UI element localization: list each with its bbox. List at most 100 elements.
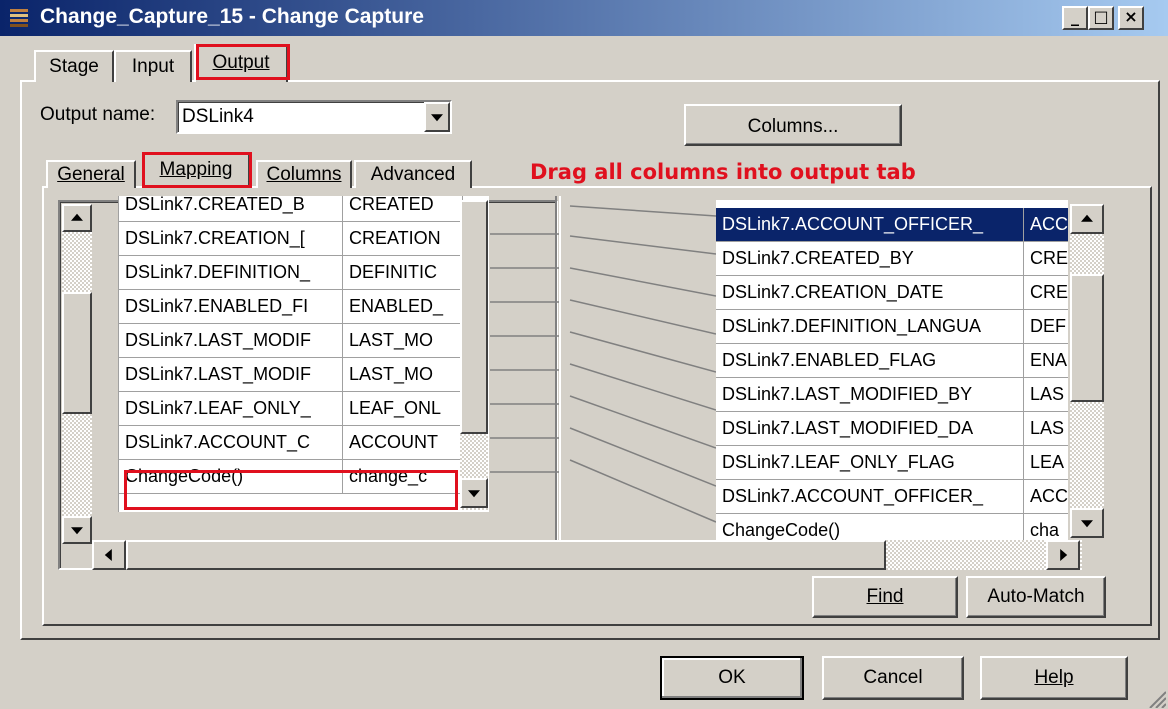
columns-button[interactable]: Columns... — [684, 104, 902, 146]
table-row[interactable]: DSLink7.ENABLED_FI ENABLED_ — [119, 290, 463, 324]
scroll-right-button[interactable] — [1046, 540, 1080, 570]
output-scroll-up-button[interactable] — [1070, 204, 1104, 234]
minimize-button[interactable]: _ — [1062, 6, 1088, 30]
scroll-up-icon — [71, 213, 83, 221]
scroll-thumb[interactable] — [62, 292, 92, 414]
table-row[interactable]: DSLink7.LEAF_ONLY_ LEAF_ONL — [119, 392, 463, 426]
table-row[interactable]: DSLink7.LAST_MODIFIED_DA LAS — [716, 412, 1068, 446]
tab-stage[interactable]: Stage — [34, 50, 114, 82]
close-button[interactable]: × — [1118, 6, 1144, 30]
cancel-button[interactable]: Cancel — [822, 656, 964, 700]
ok-button[interactable]: OK — [660, 656, 804, 700]
maximize-button[interactable]: □ — [1088, 6, 1114, 30]
derivation-cell: DSLink7.LAST_MODIF — [119, 358, 343, 391]
scroll-down-icon — [468, 490, 480, 498]
column-name-cell: ACCOUNT — [343, 426, 463, 459]
maximize-icon: □ — [1093, 7, 1109, 26]
scroll-up-button[interactable] — [62, 204, 92, 232]
column-name-cell: LAS — [1024, 378, 1068, 411]
table-row[interactable]: DSLink7.ACCOUNT_C ACCOUNT — [119, 426, 463, 460]
scroll-down-button[interactable] — [62, 516, 92, 544]
column-name-cell: LAST_MO — [343, 324, 463, 357]
tab-mapping[interactable]: Mapping — [142, 152, 250, 188]
column-name-cell: change_c — [343, 460, 463, 493]
table-row[interactable]: DSLink7.CREATED_BY CRE — [716, 242, 1068, 276]
table-row[interactable]: DSLink7.CREATION_[CREATION — [119, 222, 463, 256]
table-row[interactable]: DSLink7.DEFINITION_LANGUA DEF — [716, 310, 1068, 344]
derivation-cell: DSLink7.LEAF_ONLY_ — [119, 392, 343, 425]
table-row[interactable]: DSLink7.CREATED_B CREATED — [119, 196, 463, 222]
close-icon: × — [1124, 7, 1138, 26]
scroll-down-icon — [1081, 520, 1093, 528]
tab-advanced[interactable]: Advanced — [354, 160, 472, 188]
derivation-cell: DSLink7.ENABLED_FI — [119, 290, 343, 323]
source-grid-thumb[interactable] — [460, 200, 488, 434]
derivation-cell: ChangeCode() — [716, 514, 1024, 540]
column-name-cell: LAST_MO — [343, 358, 463, 391]
table-row[interactable]: DSLink7.LEAF_ONLY_FLAG LEA — [716, 446, 1068, 480]
hscroll-thumb[interactable] — [126, 540, 886, 570]
table-row[interactable]: ChangeCode() cha — [716, 514, 1068, 540]
column-name-cell: DEFINITIC — [343, 256, 463, 289]
scroll-right-icon — [1060, 549, 1068, 561]
derivation-cell: DSLink7.CREATED_B — [119, 196, 343, 221]
mapping-hscroll[interactable] — [92, 540, 1082, 570]
resize-grip-icon[interactable] — [1146, 688, 1166, 708]
source-grid-vscroll[interactable] — [460, 200, 488, 510]
table-row[interactable]: DSLink7.ACCOUNT_OFFICER_ ACC — [716, 208, 1068, 242]
derivation-cell: DSLink7.CREATION_[ — [119, 222, 343, 255]
derivation-cell: DSLink7.ACCOUNT_C — [119, 426, 343, 459]
window-title: Change_Capture_15 - Change Capture — [40, 5, 424, 28]
table-row[interactable]: DSLink7.ENABLED_FLAG ENA — [716, 344, 1068, 378]
derivation-cell: DSLink7.LAST_MODIFIED_BY — [716, 378, 1024, 411]
table-row[interactable]: DSLink7.ACCOUNT_OFFICER_ ACC — [716, 480, 1068, 514]
column-name-cell: ENABLED_ — [343, 290, 463, 323]
table-row[interactable]: DSLink7.LAST_MODIFIED_BY LAS — [716, 378, 1068, 412]
title-bar: Change_Capture_15 - Change Capture _ □ × — [0, 0, 1168, 36]
table-row[interactable]: ChangeCode() change_c — [119, 460, 463, 494]
output-scroll-thumb[interactable] — [1070, 274, 1104, 402]
help-button[interactable]: Help — [980, 656, 1128, 700]
tab-columns[interactable]: Columns — [256, 160, 352, 188]
derivation-cell: DSLink7.ENABLED_FLAG — [716, 344, 1024, 377]
derivation-cell: DSLink7.ACCOUNT_OFFICER_ — [716, 480, 1024, 513]
column-name-cell: LAS — [1024, 412, 1068, 445]
source-columns-grid: DSLink7.CREATED_B CREATED DSLink7.CREATION… — [118, 196, 489, 512]
derivation-cell: DSLink7.CREATION_DATE — [716, 276, 1024, 309]
column-name-cell: LEAF_ONL — [343, 392, 463, 425]
table-row[interactable]: DSLink7.LAST_MODIF LAST_MO — [119, 358, 463, 392]
table-row[interactable]: DSLink7.DEFINITION_ DEFINITIC — [119, 256, 463, 290]
scroll-left-button[interactable] — [92, 540, 126, 570]
column-name-cell: cha — [1024, 514, 1068, 540]
output-name-value: DSLink4 — [182, 106, 254, 127]
output-name-dropdown-button[interactable] — [424, 102, 450, 132]
output-name-label: Output name: — [40, 104, 156, 125]
auto-match-button[interactable]: Auto-Match — [966, 576, 1106, 618]
column-name-cell: CREATION — [343, 222, 463, 255]
find-button[interactable]: Find — [812, 576, 958, 618]
column-name-cell: CRE — [1024, 242, 1068, 275]
table-row[interactable]: DSLink7.LAST_MODIF LAST_MO — [119, 324, 463, 358]
output-name-select[interactable]: DSLink4 — [176, 100, 452, 134]
scroll-down-icon — [71, 527, 83, 535]
tab-output[interactable]: Output — [194, 44, 288, 82]
derivation-cell: DSLink7.LEAF_ONLY_FLAG — [716, 446, 1024, 479]
column-name-cell: CRE — [1024, 276, 1068, 309]
output-scroll-down-button[interactable] — [1070, 508, 1104, 538]
chevron-down-icon — [431, 114, 443, 122]
left-pane-vscroll[interactable] — [62, 204, 92, 544]
scroll-left-icon — [104, 549, 112, 561]
source-grid-scroll-down[interactable] — [460, 478, 488, 508]
scroll-up-icon — [1081, 214, 1093, 222]
derivation-cell: DSLink7.DEFINITION_LANGUA — [716, 310, 1024, 343]
tab-general[interactable]: General — [46, 160, 136, 188]
table-row[interactable]: DSLink7.CREATION_DATE CRE — [716, 276, 1068, 310]
tab-output-label: Output — [212, 52, 270, 73]
tab-input[interactable]: Input — [114, 50, 192, 82]
derivation-cell: DSLink7.LAST_MODIF — [119, 324, 343, 357]
column-name-cell: LEA — [1024, 446, 1068, 479]
output-columns-grid: DSLink7.ACCOUNT_OFFICER_ ACC DSLink7.CREAT… — [716, 200, 1068, 540]
output-grid-vscroll[interactable] — [1070, 204, 1104, 538]
derivation-cell: DSLink7.CREATED_BY — [716, 242, 1024, 275]
minimize-icon: _ — [1071, 7, 1079, 26]
